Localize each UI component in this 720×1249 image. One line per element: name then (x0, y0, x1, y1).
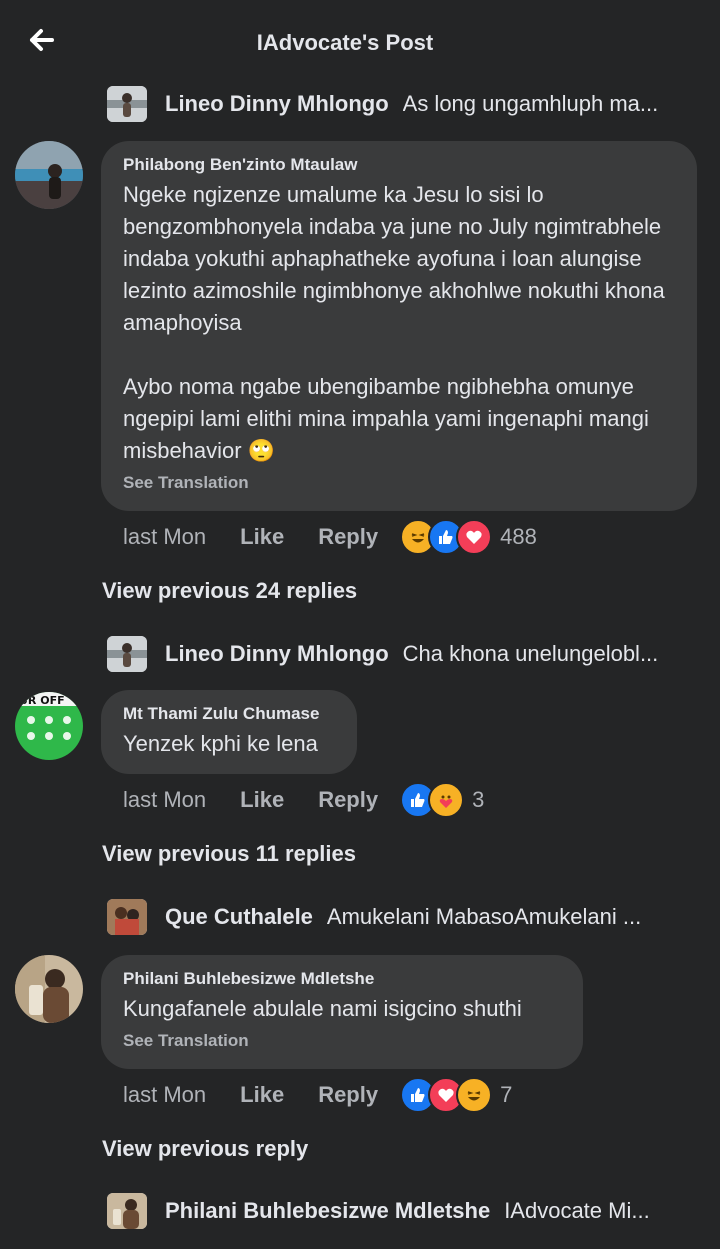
reactions[interactable] (400, 1077, 493, 1113)
comment-author[interactable]: Philabong Ben'zinto Mtaulaw (123, 155, 675, 175)
avatar[interactable] (107, 1193, 147, 1229)
timestamp[interactable]: last Mon (123, 524, 206, 550)
reaction-count[interactable]: 488 (500, 524, 537, 550)
reactions[interactable] (400, 519, 493, 555)
reply-preview[interactable]: Lineo Dinny Mhlongo As long ungamhluph m… (107, 84, 697, 124)
reply-text: Amukelani MabasoAmukelani ... (326, 904, 642, 929)
avatar-logo-text: UR OFF (19, 694, 65, 707)
avatar[interactable] (15, 955, 83, 1023)
comment-actions: last Mon Like Reply 3 (123, 782, 484, 818)
comment-actions: last Mon Like Reply 7 (123, 1077, 512, 1113)
avatar[interactable]: UR OFF (15, 692, 83, 760)
reactions[interactable] (400, 782, 465, 818)
reaction-count[interactable]: 7 (500, 1082, 512, 1108)
comment-text: Kungafanele abulale nami isigcino shuthi (123, 996, 522, 1021)
reply-author[interactable]: Philani Buhlebesizwe Mdletshe (165, 1198, 490, 1224)
reply-preview[interactable]: Que Cuthalele Amukelani MabasoAmukelani … (107, 897, 697, 937)
comment-author[interactable]: Philani Buhlebesizwe Mdletshe (123, 969, 561, 989)
reply-text: Cha khona unelungelobl... (402, 641, 659, 666)
comment-author[interactable]: Mt Thami Zulu Chumase (123, 704, 335, 724)
like-button[interactable]: Like (240, 524, 284, 550)
haha-reaction-icon (456, 1077, 493, 1113)
avatar[interactable] (107, 899, 147, 935)
comment-bubble: Philani Buhlebesizwe Mdletshe Kungafanel… (101, 955, 583, 1069)
see-translation-link[interactable]: See Translation (123, 1031, 561, 1051)
reply-text: As long ungamhluph ma... (402, 91, 659, 116)
comment-bubble: Philabong Ben'zinto Mtaulaw Ngeke ngizen… (101, 141, 697, 511)
reply-author[interactable]: Que Cuthalele (165, 904, 313, 930)
avatar[interactable] (15, 141, 83, 209)
reply-text: IAdvocate Mi... (504, 1198, 650, 1223)
reply-preview[interactable]: Philani Buhlebesizwe Mdletshe IAdvocate … (107, 1191, 697, 1231)
view-previous-replies[interactable]: View previous 11 replies (102, 841, 356, 867)
comment-actions: last Mon Like Reply 488 (123, 519, 537, 555)
reply-preview[interactable]: Lineo Dinny Mhlongo Cha khona unelungelo… (107, 634, 697, 674)
avatar[interactable] (107, 86, 147, 122)
like-button[interactable]: Like (240, 1082, 284, 1108)
like-button[interactable]: Like (240, 787, 284, 813)
love-reaction-icon (456, 519, 493, 555)
reply-author[interactable]: Lineo Dinny Mhlongo (165, 641, 389, 667)
reply-button[interactable]: Reply (318, 787, 378, 813)
page-title: IAdvocate's Post (256, 30, 434, 55)
view-previous-replies[interactable]: View previous 24 replies (102, 578, 357, 604)
comment-text: Yenzek kphi ke lena (123, 731, 318, 756)
header: IAdvocate's Post (0, 0, 720, 84)
see-translation-link[interactable]: See Translation (123, 473, 675, 493)
comment-text: Ngeke ngizenze umalume ka Jesu lo sisi l… (123, 182, 665, 463)
timestamp[interactable]: last Mon (123, 787, 206, 813)
reply-author[interactable]: Lineo Dinny Mhlongo (165, 91, 389, 117)
reply-button[interactable]: Reply (318, 1082, 378, 1108)
reaction-count[interactable]: 3 (472, 787, 484, 813)
care-reaction-icon (428, 782, 465, 818)
comment-bubble: Mt Thami Zulu Chumase Yenzek kphi ke len… (101, 690, 357, 774)
reply-button[interactable]: Reply (318, 524, 378, 550)
timestamp[interactable]: last Mon (123, 1082, 206, 1108)
avatar[interactable] (107, 636, 147, 672)
view-previous-replies[interactable]: View previous reply (102, 1136, 308, 1162)
